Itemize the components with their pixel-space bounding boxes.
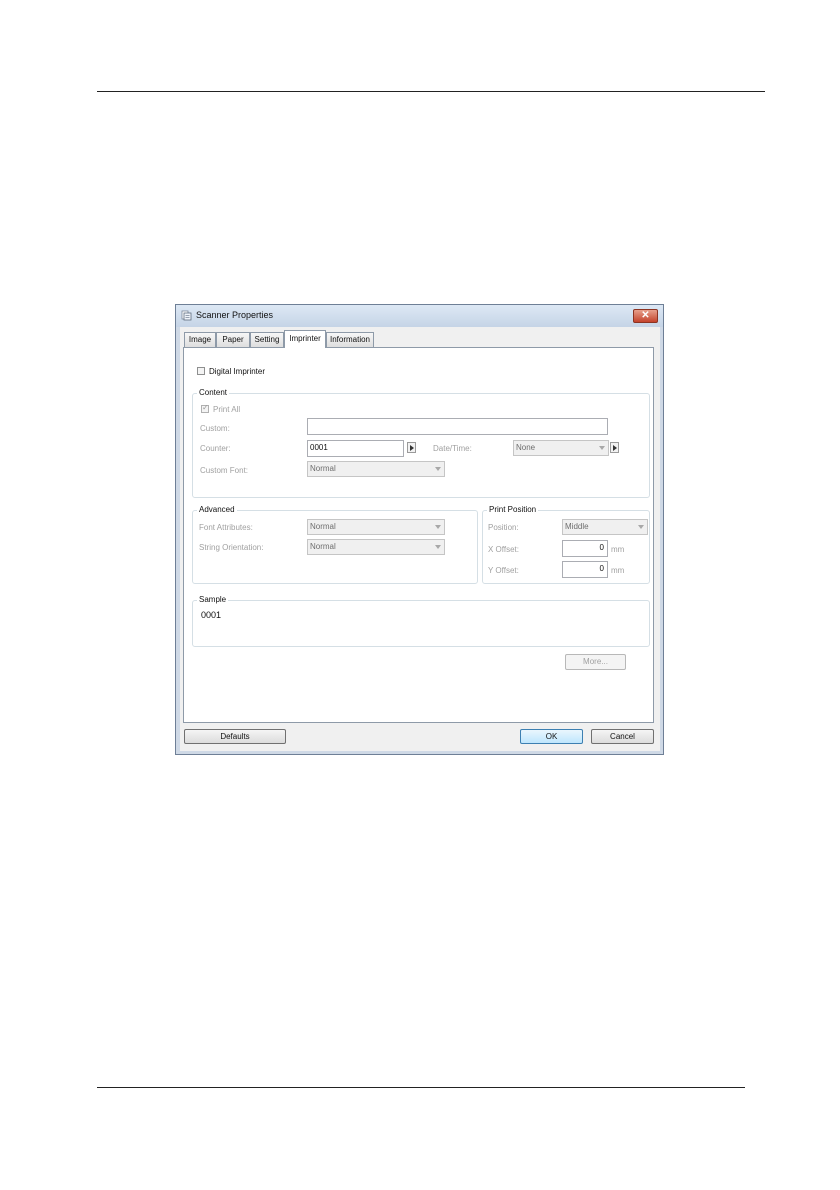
y-offset-label: Y Offset: [488, 566, 519, 575]
custom-font-select[interactable]: Normal [307, 461, 445, 477]
scanner-properties-dialog: Scanner Properties ✕ Image Paper Setting… [175, 304, 664, 755]
imprinter-panel: Digital Imprinter Content Print All Cust… [183, 347, 654, 723]
header-rule [97, 91, 765, 92]
chevron-down-icon [599, 446, 605, 450]
x-offset-input[interactable]: 0 [562, 540, 608, 557]
custom-input[interactable] [307, 418, 608, 435]
dialog-body: Image Paper Setting Imprinter Informatio… [180, 327, 660, 751]
footer-rule [97, 1087, 745, 1088]
y-offset-input[interactable]: 0 [562, 561, 608, 578]
font-attributes-label: Font Attributes: [199, 523, 253, 532]
advanced-group: Advanced Font Attributes: Normal String … [192, 505, 478, 584]
tab-setting[interactable]: Setting [250, 332, 284, 347]
cancel-button[interactable]: Cancel [591, 729, 654, 744]
x-offset-label: X Offset: [488, 545, 519, 554]
position-label: Position: [488, 523, 519, 532]
counter-label: Counter: [200, 444, 231, 453]
tab-image[interactable]: Image [184, 332, 216, 347]
title-bar: Scanner Properties ✕ [176, 305, 663, 327]
print-position-group-title: Print Position [487, 505, 539, 514]
defaults-button[interactable]: Defaults [184, 729, 286, 744]
x-offset-unit: mm [611, 545, 625, 554]
chevron-down-icon [435, 467, 441, 471]
tab-paper[interactable]: Paper [216, 332, 250, 347]
string-orientation-label: String Orientation: [199, 543, 264, 552]
date-time-label: Date/Time: [433, 444, 472, 453]
sample-text: 0001 [201, 610, 222, 620]
scanner-app-icon [181, 310, 192, 321]
close-icon: ✕ [641, 310, 650, 321]
custom-font-label: Custom Font: [200, 466, 249, 475]
y-offset-unit: mm [611, 566, 625, 575]
sample-group-title: Sample [197, 595, 229, 604]
string-orientation-select[interactable]: Normal [307, 539, 445, 555]
tab-information[interactable]: Information [326, 332, 374, 347]
digital-imprinter-checkbox[interactable] [197, 367, 205, 375]
content-group-title: Content [197, 388, 230, 397]
close-button[interactable]: ✕ [633, 309, 658, 323]
chevron-down-icon [638, 525, 644, 529]
print-all-label: Print All [213, 405, 241, 414]
digital-imprinter-label: Digital Imprinter [209, 367, 266, 376]
more-button[interactable]: More... [565, 654, 626, 670]
counter-input[interactable]: 0001 [307, 440, 404, 457]
position-select[interactable]: Middle [562, 519, 648, 535]
custom-label: Custom: [200, 424, 230, 433]
counter-next-arrow-icon[interactable] [407, 442, 416, 453]
tab-imprinter[interactable]: Imprinter [284, 330, 326, 348]
advanced-group-title: Advanced [197, 505, 237, 514]
content-group: Content Print All Custom: Counter: 0001 … [192, 388, 650, 498]
date-time-next-arrow-icon[interactable] [610, 442, 619, 453]
ok-button[interactable]: OK [520, 729, 583, 744]
print-all-checkbox[interactable] [201, 403, 209, 413]
sample-group: Sample 0001 [192, 595, 650, 647]
chevron-down-icon [435, 525, 441, 529]
window-title: Scanner Properties [196, 310, 274, 320]
print-position-group: Print Position Position: Middle X Offset… [482, 505, 650, 584]
chevron-down-icon [435, 545, 441, 549]
font-attributes-select[interactable]: Normal [307, 519, 445, 535]
date-time-select[interactable]: None [513, 440, 609, 456]
